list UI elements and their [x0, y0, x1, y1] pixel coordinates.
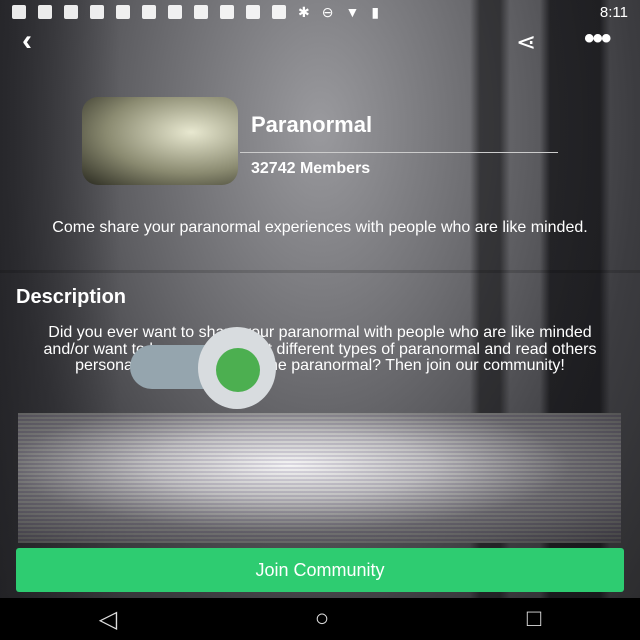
- nav-recents-icon[interactable]: □: [527, 605, 542, 633]
- clock: 8:11: [599, 3, 628, 21]
- description-heading: Description: [16, 286, 127, 308]
- wifi-icon: ▼: [345, 4, 360, 20]
- notification-icon: [142, 5, 156, 19]
- community-title: Paranormal: [251, 112, 373, 137]
- community-avatar: [82, 97, 238, 185]
- facebook-icon: [38, 5, 52, 19]
- nav-back-icon[interactable]: ◁: [99, 605, 117, 634]
- toggle-switch[interactable]: [130, 327, 276, 409]
- messages-icon: [12, 5, 26, 19]
- section-divider: [0, 270, 640, 273]
- community-tagline: Come share your paranormal experiences w…: [52, 219, 588, 236]
- navigation-bar: ◁ ○ □: [0, 598, 640, 640]
- facebook-icon: [64, 5, 78, 19]
- divider: [240, 152, 558, 153]
- share-icon[interactable]: ⋖: [516, 28, 536, 57]
- facebook-icon: [90, 5, 104, 19]
- battery-charging-icon: ▮: [371, 3, 380, 20]
- description-text: Did you ever want to share your paranorm…: [43, 324, 597, 374]
- blank-icon: [246, 5, 260, 19]
- join-community-button[interactable]: Join Community: [16, 548, 624, 592]
- background-image: [0, 0, 640, 640]
- toggle-indicator: [216, 348, 260, 392]
- notification-icon: [168, 5, 182, 19]
- status-bar: ✱ ⊖ ▼ ▮ 8:11: [0, 0, 640, 24]
- do-not-disturb-icon: ⊖: [321, 3, 334, 20]
- nav-home-icon[interactable]: ○: [315, 605, 330, 633]
- more-options-icon[interactable]: •••: [584, 22, 611, 56]
- notification-icon: [194, 5, 208, 19]
- notification-icon: [272, 5, 286, 19]
- bluetooth-icon: ✱: [298, 3, 310, 20]
- facebook-icon: [116, 5, 130, 19]
- member-count: 32742 Members: [251, 160, 371, 177]
- notification-icon: [220, 5, 234, 19]
- community-media[interactable]: [18, 413, 621, 543]
- back-icon[interactable]: ‹: [22, 26, 32, 56]
